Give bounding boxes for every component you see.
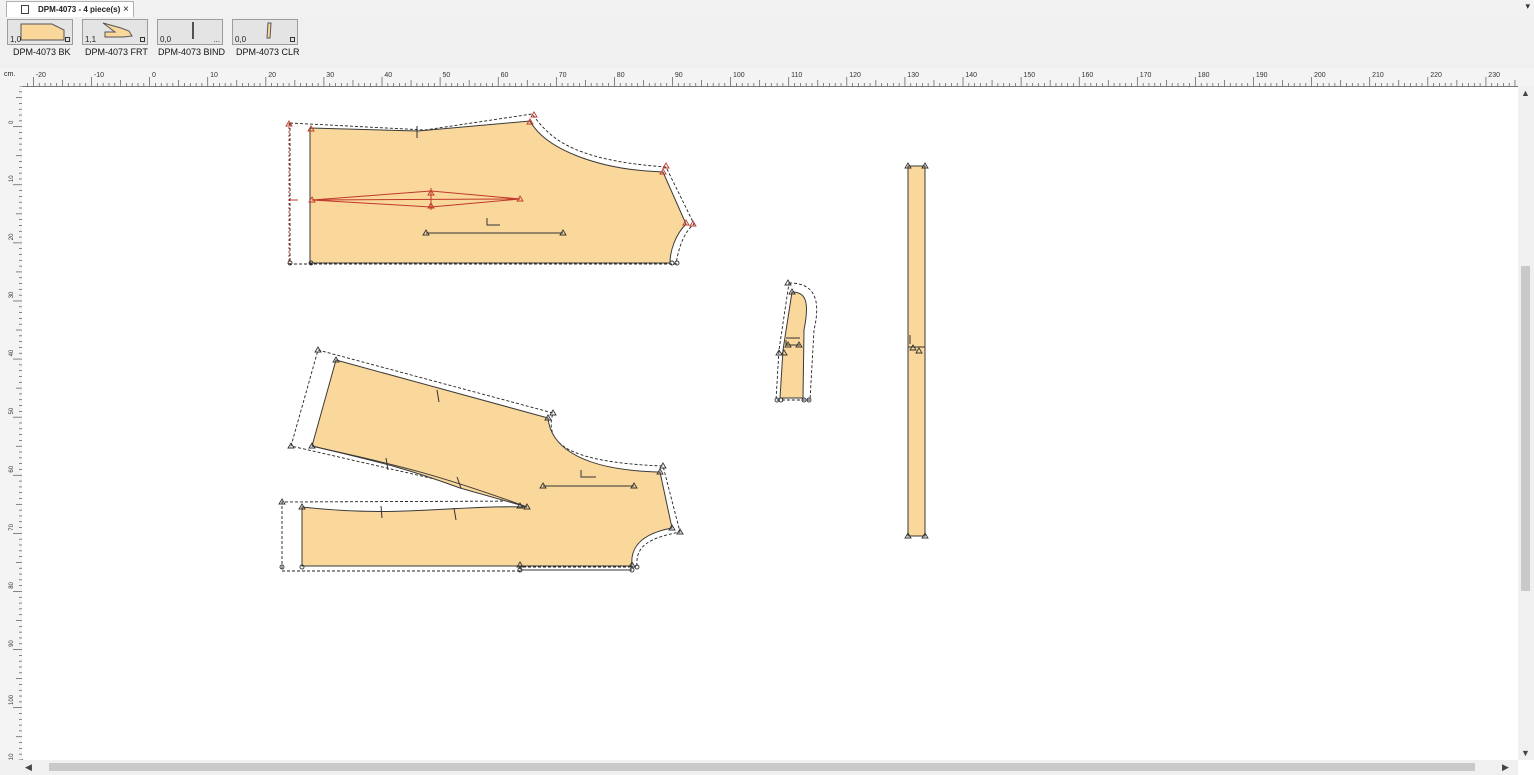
ruler-v-label: 40 [9,349,15,356]
ruler-v-label: 100 [9,694,15,705]
piece-thumb-bind[interactable]: 0,0 ... [157,19,223,45]
ruler-h-label: 120 [849,72,861,79]
ruler-h-label: 140 [965,72,977,79]
ruler-h-label: 10 [210,72,218,79]
horizontal-scroll-thumb[interactable] [49,763,1475,771]
ruler-v-label: 70 [9,523,15,530]
document-tab[interactable]: DPM-4073 - 4 piece(s) × [6,1,134,17]
ruler-h-label: 20 [268,72,276,79]
ruler-v-label: 50 [9,407,15,414]
vertical-ruler: 0 10 20 30 40 50 60 70 80 90 100 110 [0,85,23,763]
piece-thumb-bk[interactable]: 1,0 [7,19,73,45]
ruler-h-label: 200 [1314,72,1326,79]
ruler-h-label: -10 [94,72,104,79]
ruler-h-label: 160 [1082,72,1094,79]
piece-thumb-more-icon[interactable]: ... [213,35,220,44]
horizontal-ruler: cm. -20 -10 0 10 20 30 40 50 60 70 80 90 100 110 120 130… [0,68,1534,87]
ruler-v-label: 20 [9,233,15,240]
scroll-right-icon[interactable]: ▶ [1502,762,1509,772]
piece-thumb-checkbox[interactable] [65,37,70,42]
ruler-h-label: 150 [1024,72,1036,79]
ruler-h-label: 80 [617,72,625,79]
tab-list-menu-icon[interactable]: ▾ [1525,1,1530,12]
ruler-h-label: 60 [501,72,509,79]
close-tab-icon[interactable]: × [123,2,129,17]
ruler-v-label: 80 [9,581,15,588]
vertical-scroll-thumb[interactable] [1521,266,1530,591]
ruler-v-label: 30 [9,291,15,298]
piece-thumb-frt[interactable]: 1,1 [82,19,148,45]
piece-label-frt: DPM-4073 FRT [85,47,148,57]
scrollbar-corner [0,760,22,775]
ruler-v-label: 60 [9,465,15,472]
ruler-h-label: 40 [384,72,392,79]
ruler-h-label: 0 [152,72,156,79]
ruler-h-label: 220 [1430,72,1442,79]
piece-thumb-scale: 0,0 [160,35,172,44]
ruler-h-label: 210 [1372,72,1384,79]
document-icon [21,5,29,14]
document-tab-bar: DPM-4073 - 4 piece(s) × ▾ [0,0,1534,18]
vertical-scrollbar[interactable]: ▲ ▼ [1518,86,1534,760]
piece-thumb-scale: 0,0 [235,35,247,44]
ruler-h-label: 130 [907,72,919,79]
document-tab-title: DPM-4073 - 4 piece(s) [38,5,121,14]
piece-thumb-scale: 1,0 [10,35,22,44]
horizontal-ruler-ticks: cm. -20 -10 0 10 20 30 40 50 60 70 80 90 100 110 120 130… [4,71,1516,86]
ruler-h-label: 90 [675,72,683,79]
ruler-h-label: 70 [559,72,567,79]
scroll-down-icon[interactable]: ▼ [1521,748,1530,758]
ruler-h-label: 170 [1140,72,1152,79]
piece-bk-shape[interactable] [285,111,697,266]
piece-thumb-scale: 1,1 [85,35,97,44]
piece-thumb-checkbox[interactable] [140,37,145,42]
piece-frt-shape[interactable] [278,346,684,573]
piece-thumb-clr[interactable]: 0,0 [232,19,298,45]
ruler-v-label: 10 [9,175,15,182]
piece-label-bk: DPM-4073 BK [13,47,71,57]
piece-thumbnail-strip: 1,0 1,1 0,0 ... 0,0 DPM-4073 BK DPM-4073… [0,17,1534,68]
piece-clr-shape[interactable] [774,279,818,403]
ruler-h-label: 180 [1198,72,1210,79]
piece-thumb-checkbox[interactable] [290,37,295,42]
piece-label-bind: DPM-4073 BIND [158,47,226,57]
ruler-v-label: 0 [9,120,15,124]
ruler-h-label: 50 [443,72,451,79]
ruler-h-label: 110 [791,72,802,79]
horizontal-scrollbar[interactable]: ◀ ▶ [22,760,1518,775]
marker-canvas[interactable] [22,87,1518,759]
scroll-left-icon[interactable]: ◀ [25,762,32,772]
scroll-up-icon[interactable]: ▲ [1521,88,1530,98]
ruler-h-label: -20 [36,72,46,79]
ruler-unit-label: cm. [4,71,15,78]
ruler-h-label: 190 [1256,72,1268,79]
piece-label-clr: DPM-4073 CLR [236,47,300,57]
vertical-ruler-ticks: 0102030405060708090100110 [9,85,22,763]
pattern-drawing [278,111,929,573]
piece-bind-shape[interactable] [904,162,929,539]
ruler-h-label: 100 [733,72,745,79]
ruler-v-label: 90 [9,640,15,647]
ruler-h-label: 230 [1488,72,1500,79]
ruler-h-label: 30 [326,72,334,79]
